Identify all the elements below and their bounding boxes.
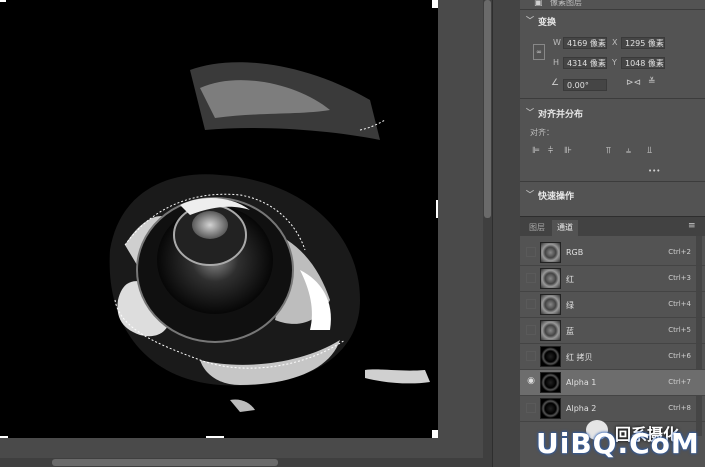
quick-actions-header[interactable]: ﹀ 快速操作 (520, 186, 705, 204)
channel-thumbnail (540, 398, 561, 419)
channel-thumbnail (540, 294, 561, 315)
visibility-eye-icon[interactable] (526, 325, 536, 335)
scroll-thumb[interactable] (484, 0, 491, 218)
align-center-v-icon[interactable]: ⫨ (626, 146, 631, 156)
visibility-eye-icon[interactable] (526, 273, 536, 283)
angle-field[interactable]: 0.00° (563, 79, 607, 91)
y-label: Y (612, 58, 617, 67)
channel-row[interactable]: 红 Ctrl+3 (520, 266, 705, 292)
channel-row[interactable]: 绿 Ctrl+4 (520, 292, 705, 318)
channel-shortcut: Ctrl+3 (668, 274, 691, 282)
transform-handle[interactable] (206, 436, 224, 438)
channel-row[interactable]: 红 拷贝 Ctrl+6 (520, 344, 705, 370)
scroll-thumb[interactable] (52, 459, 278, 466)
height-field[interactable]: 4314 像素 (563, 57, 607, 69)
transform-handle[interactable] (436, 200, 438, 218)
align-right-icon[interactable]: ⊪ (564, 146, 572, 156)
align-title: 对齐并分布 (538, 110, 584, 120)
chevron-down-icon: ﹀ (526, 108, 534, 117)
visibility-eye-icon[interactable]: ◉ (526, 377, 536, 387)
channel-name: 红 拷贝 (566, 353, 593, 362)
channel-shortcut: Ctrl+7 (668, 378, 691, 386)
document-canvas[interactable] (0, 0, 438, 438)
channel-thumbnail (540, 346, 561, 367)
channel-name: RGB (566, 248, 584, 257)
channel-name: Alpha 1 (566, 378, 597, 387)
watermark-brand: UiBQ.CoM (536, 427, 700, 460)
channel-thumbnail (540, 372, 561, 393)
align-label: 对齐： (530, 128, 554, 137)
horizontal-scrollbar[interactable] (0, 458, 483, 467)
layers-channels-tabs: 图层 通道 ≡ (520, 216, 705, 236)
flip-horizontal-icon[interactable]: ⊳⊲ (626, 78, 641, 88)
channel-shortcut: Ctrl+8 (668, 404, 691, 412)
visibility-eye-icon[interactable] (526, 351, 536, 361)
width-field[interactable]: 4169 像素 (563, 37, 607, 49)
channel-name: 绿 (566, 301, 574, 310)
align-top-icon[interactable]: ⫪ (606, 146, 611, 156)
more-options-icon[interactable]: ••• (648, 167, 660, 175)
channel-row[interactable]: 蓝 Ctrl+5 (520, 318, 705, 344)
y-field[interactable]: 1048 像素 (621, 57, 665, 69)
channel-name: 红 (566, 275, 574, 284)
x-label: X (612, 38, 618, 47)
transform-handle[interactable] (432, 0, 438, 8)
channel-name: Alpha 2 (566, 404, 597, 413)
channel-shortcut: Ctrl+5 (668, 326, 691, 334)
pixel-layer-icon: ▣ (534, 0, 543, 8)
tab-channels[interactable]: 通道 (552, 220, 578, 236)
transform-handle[interactable] (432, 430, 438, 438)
divider (520, 98, 705, 99)
align-left-icon[interactable]: ⊫ (532, 146, 540, 156)
visibility-eye-icon[interactable] (526, 403, 536, 413)
channel-shortcut: Ctrl+4 (668, 300, 691, 308)
channel-shortcut: Ctrl+2 (668, 248, 691, 256)
divider (520, 181, 705, 182)
align-section-header[interactable]: ﹀ 对齐并分布 (520, 104, 705, 122)
quick-actions-title: 快速操作 (538, 192, 575, 202)
channel-name: 蓝 (566, 327, 574, 336)
chevron-down-icon: ﹀ (526, 16, 534, 25)
channel-thumbnail (540, 242, 561, 263)
align-center-h-icon[interactable]: ⫩ (548, 146, 553, 156)
width-label: W (553, 38, 561, 47)
channel-row[interactable]: Alpha 2 Ctrl+8 (520, 396, 705, 422)
pixel-layer-label: 像素图层 (550, 0, 582, 7)
x-field[interactable]: 1295 像素 (621, 37, 665, 49)
panel-menu-icon[interactable]: ≡ (688, 221, 696, 231)
height-label: H (553, 58, 560, 67)
align-bottom-icon[interactable]: ⫫ (647, 146, 652, 156)
channel-row[interactable]: RGB Ctrl+2 (520, 240, 705, 266)
link-icon[interactable]: ∞ (533, 44, 545, 60)
transform-section-header[interactable]: ﹀ 变换 (520, 12, 705, 30)
channel-thumbnail (540, 268, 561, 289)
canvas-area[interactable] (0, 0, 492, 467)
panel-dock-strip (492, 0, 521, 467)
transform-title: 变换 (538, 18, 557, 28)
chevron-down-icon: ﹀ (526, 190, 534, 199)
transform-handle[interactable] (0, 0, 6, 2)
vertical-scrollbar[interactable] (483, 0, 492, 467)
rose-image (0, 0, 438, 438)
channel-thumbnail (540, 320, 561, 341)
divider (520, 9, 705, 10)
angle-icon: ∠ (551, 78, 560, 88)
channel-shortcut: Ctrl+6 (668, 352, 691, 360)
visibility-eye-icon[interactable] (526, 299, 536, 309)
flip-vertical-icon[interactable]: ≚ (648, 77, 656, 87)
channel-row[interactable]: ◉ Alpha 1 Ctrl+7 (520, 370, 705, 396)
transform-handle[interactable] (0, 436, 8, 438)
tab-layers[interactable]: 图层 (524, 220, 550, 236)
right-panels: ▣ 像素图层 ﹀ 变换 ∞ W 4169 像素 X 1295 像素 H 4314… (520, 0, 705, 467)
visibility-eye-icon[interactable] (526, 247, 536, 257)
